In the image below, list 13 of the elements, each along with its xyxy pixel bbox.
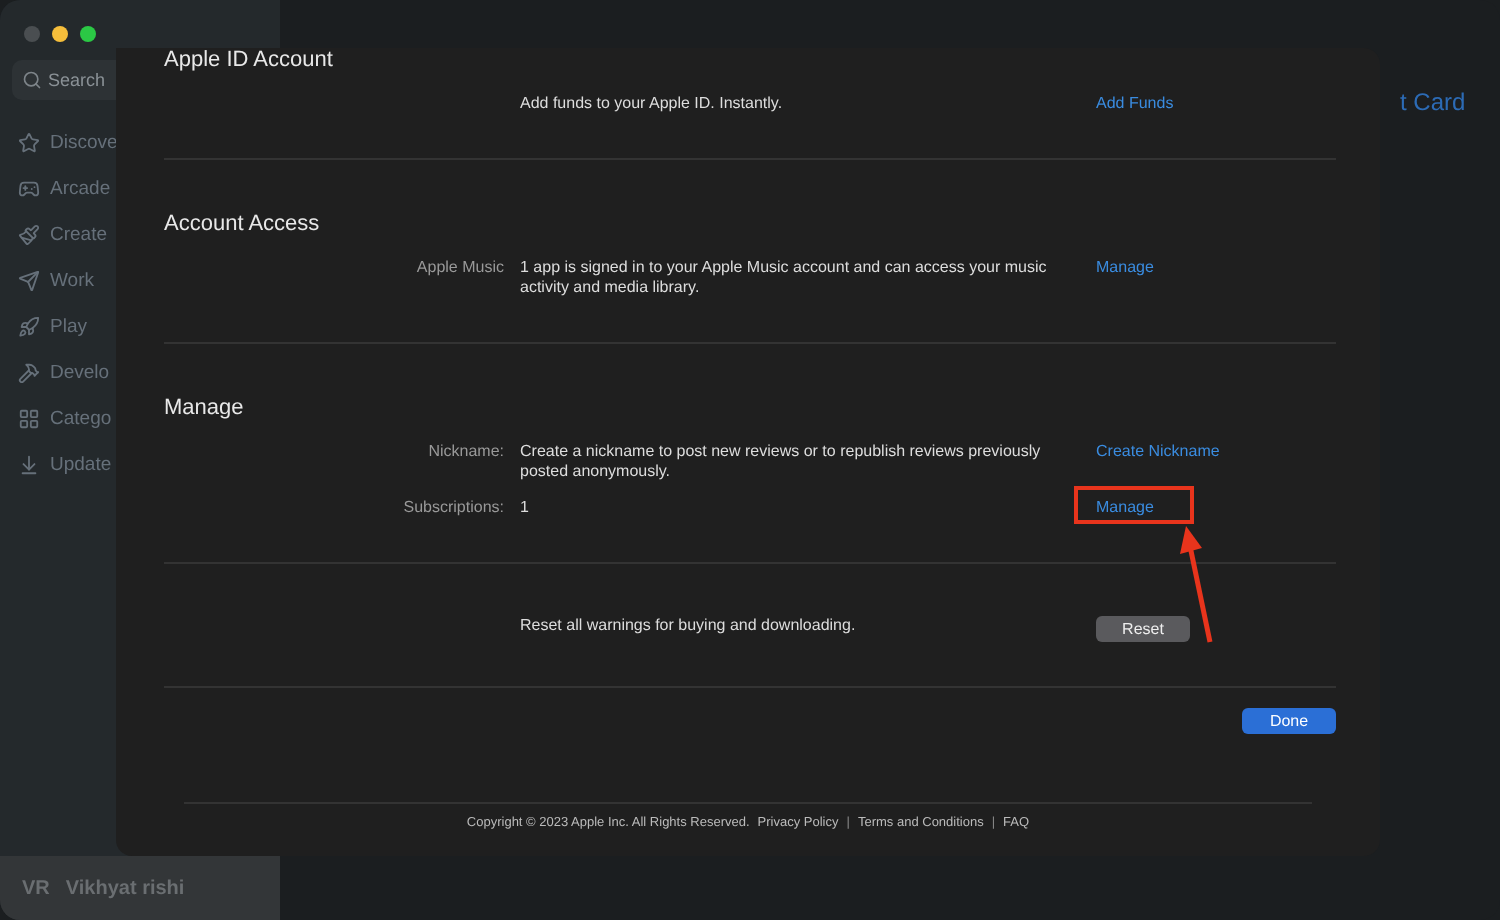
row-description: Reset all warnings for buying and downloading.: [520, 616, 858, 638]
row-description: 1: [520, 498, 531, 518]
section-title: Apple ID Account: [164, 48, 335, 72]
row-description: Create a nickname to post new reviews or to republish reviews previously posted anonymously.: [520, 442, 1043, 482]
user-name: Vikhyat rishi: [65, 877, 185, 899]
user-initials: VR: [22, 877, 50, 899]
row-description: Add funds to your Apple ID. Instantly.: [520, 94, 785, 114]
row-label: Apple Music: [414, 258, 504, 280]
row-description: 1 app is signed in to your Apple Music account and can access your music activity and media library.: [520, 258, 1049, 298]
row-label: Subscriptions:: [401, 498, 504, 518]
section-title: Manage: [164, 396, 246, 420]
row-label: Nickname:: [426, 442, 504, 464]
section-title: Account Access: [164, 212, 322, 236]
